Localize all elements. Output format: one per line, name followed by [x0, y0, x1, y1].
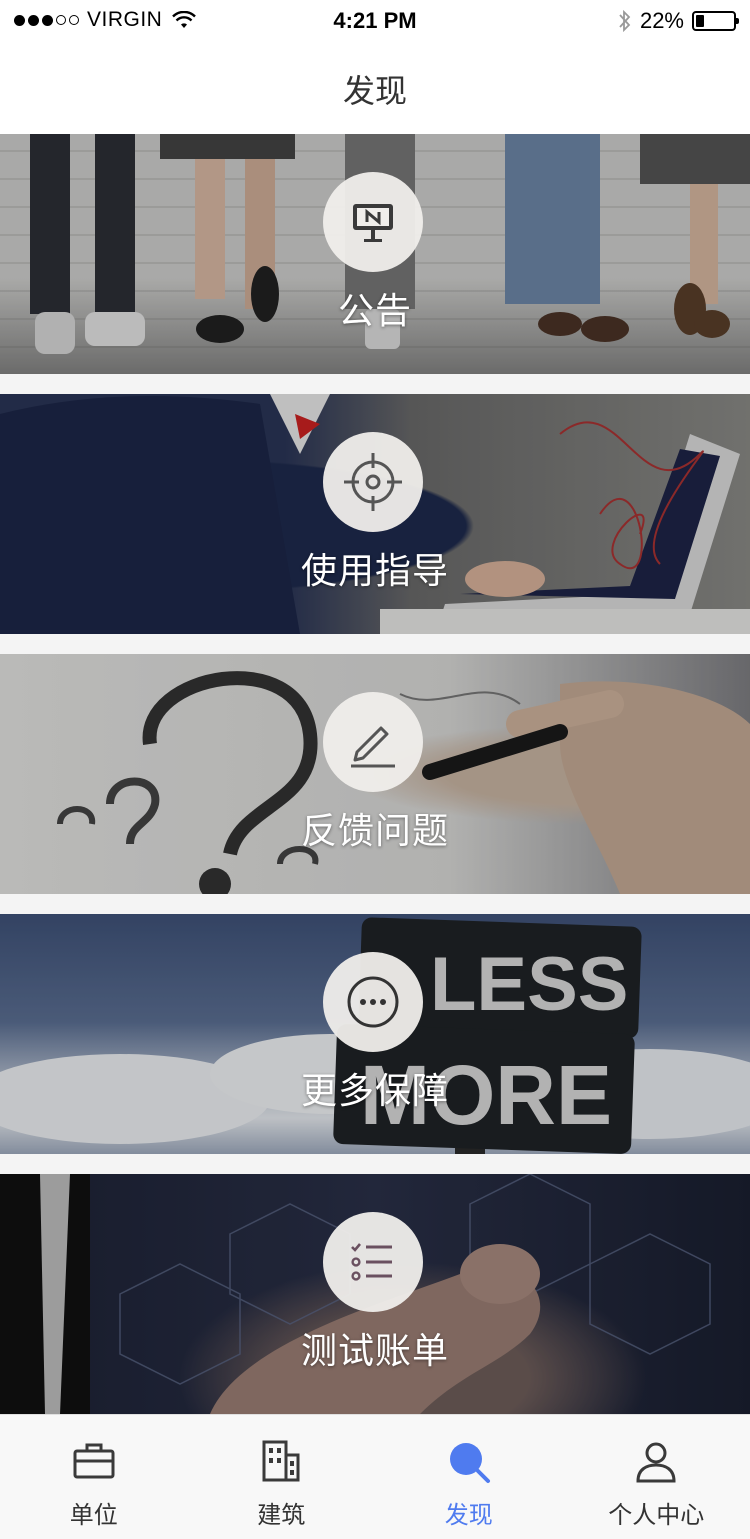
tab-label: 单位	[69, 1502, 118, 1529]
card-test-bill[interactable]: 测试账单	[0, 1174, 750, 1414]
status-bar: VIRGIN 4:21 PM 22%	[0, 0, 750, 40]
pencil-icon	[351, 726, 395, 768]
card-label: 反馈问题	[300, 810, 449, 851]
tab-unit[interactable]: 单位	[0, 1415, 188, 1539]
card-label: 测试账单	[300, 1330, 449, 1371]
more-icon	[347, 976, 399, 1028]
battery-icon	[692, 11, 739, 31]
status-right: 22%	[618, 8, 739, 34]
card-icon-button	[323, 692, 423, 792]
user-icon	[636, 1442, 676, 1483]
card-label: 公告	[337, 290, 412, 331]
tab-building[interactable]: 建筑	[188, 1415, 376, 1539]
search-icon	[449, 1443, 490, 1483]
tab-bar: 单位 建筑 发现 个人中心	[0, 1414, 750, 1539]
card-user-guide[interactable]: 使用指导	[0, 394, 750, 634]
tab-label: 个人中心	[608, 1502, 705, 1529]
card-label: 使用指导	[300, 550, 449, 591]
checklist-icon	[351, 1243, 392, 1281]
card-icon-button	[323, 172, 423, 272]
tab-label: 发现	[444, 1502, 493, 1529]
card-label: 更多保障	[300, 1070, 449, 1111]
card-more-protection[interactable]: LESS MORE 更多保障	[0, 914, 750, 1154]
card-announcement[interactable]: 公告	[0, 134, 750, 374]
briefcase-icon	[73, 1443, 115, 1479]
tab-profile[interactable]: 个人中心	[563, 1415, 750, 1539]
card-icon-button	[323, 952, 423, 1052]
card-icon-button	[323, 432, 423, 532]
tab-discover[interactable]: 发现	[375, 1415, 563, 1539]
bluetooth-icon	[619, 9, 631, 33]
building-icon	[262, 1440, 300, 1482]
page-title: 发现	[342, 73, 407, 109]
battery-percent: 22%	[639, 8, 684, 33]
card-icon-button	[323, 1212, 423, 1312]
target-icon	[344, 453, 402, 511]
card-feedback[interactable]: 反馈问题	[0, 654, 750, 894]
billboard-icon	[353, 204, 393, 242]
tab-label: 建筑	[257, 1502, 306, 1529]
nav-bar: 发现	[0, 40, 750, 134]
